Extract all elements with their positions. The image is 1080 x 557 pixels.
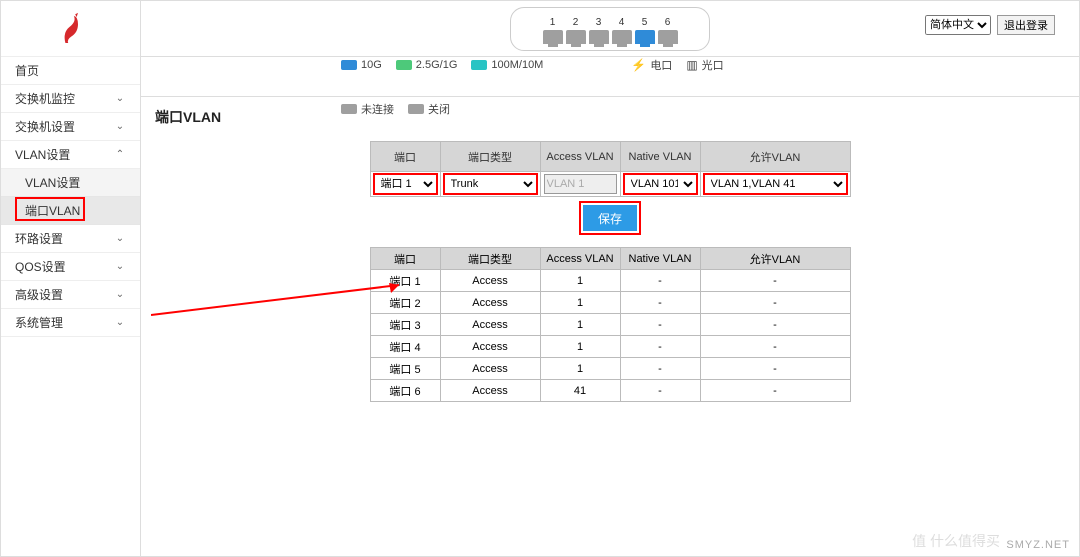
swatch-100m-icon	[471, 60, 487, 70]
sidebar: 首页 交换机监控⌄ 交换机设置⌄ VLAN设置⌃ VLAN设置 端口VLAN 环…	[1, 1, 141, 556]
chevron-down-icon: ⌄	[114, 317, 126, 328]
th-native: Native VLAN	[620, 142, 700, 172]
port-list-table: 端口 端口类型 Access VLAN Native VLAN 允许VLAN 端…	[370, 247, 851, 402]
watermark-logo: 值 什么值得买	[912, 531, 1000, 551]
allow-vlan-select[interactable]: VLAN 1,VLAN 41	[704, 174, 847, 194]
table-row: 端口 2Access1--	[370, 292, 850, 314]
content: 端口VLAN 端口 端口类型 Access VLAN Native VLAN 允…	[141, 97, 1079, 556]
nav-vlan-config[interactable]: VLAN设置⌃	[1, 141, 140, 169]
config-table: 端口 端口类型 Access VLAN Native VLAN 允许VLAN 端…	[370, 141, 851, 197]
th-type: 端口类型	[440, 142, 540, 172]
nav-home[interactable]: 首页	[1, 57, 140, 85]
chevron-down-icon: ⌄	[114, 261, 126, 272]
nav-switch-config[interactable]: 交换机设置⌄	[1, 113, 140, 141]
swatch-25g-icon	[396, 60, 412, 70]
chevron-down-icon: ⌄	[114, 121, 126, 132]
nav-advanced[interactable]: 高级设置⌄	[1, 281, 140, 309]
th-port: 端口	[370, 142, 440, 172]
nav-vlan-sub[interactable]: VLAN设置	[1, 169, 140, 197]
native-vlan-select[interactable]: VLAN 101	[624, 174, 697, 194]
table-row: 端口 3Access1--	[370, 314, 850, 336]
chevron-up-icon: ⌃	[114, 149, 126, 160]
access-vlan-input	[544, 174, 617, 194]
table-row: 端口 1Access1--	[370, 270, 850, 292]
logout-button[interactable]: 退出登录	[997, 15, 1055, 35]
ports-panel: 123456	[510, 7, 710, 51]
port-4-icon[interactable]	[612, 30, 632, 44]
topbar: 123456 简体中文 退出登录	[141, 1, 1079, 57]
optical-icon: ▥	[686, 58, 697, 72]
nav-qos[interactable]: QOS设置⌄	[1, 253, 140, 281]
table-row: 端口 5Access1--	[370, 358, 850, 380]
save-button[interactable]: 保存	[583, 205, 637, 231]
nav-port-vlan[interactable]: 端口VLAN	[1, 197, 140, 225]
swatch-10g-icon	[341, 60, 357, 70]
nav-switch-monitor[interactable]: 交换机监控⌄	[1, 85, 140, 113]
port-3-icon[interactable]	[589, 30, 609, 44]
chevron-down-icon: ⌄	[114, 93, 126, 104]
port-1-icon[interactable]	[543, 30, 563, 44]
language-select[interactable]: 简体中文	[925, 15, 991, 35]
plug-icon: ⚡	[631, 58, 646, 72]
main: 123456 简体中文 退出登录 10G 2.5G/1G 100M/10M ⚡电…	[141, 1, 1079, 556]
port-6-icon[interactable]	[658, 30, 678, 44]
port-select[interactable]: 端口 1	[374, 174, 437, 194]
th-allow: 允许VLAN	[700, 142, 850, 172]
table-row: 端口 4Access1--	[370, 336, 850, 358]
port-2-icon[interactable]	[566, 30, 586, 44]
chevron-down-icon: ⌄	[114, 289, 126, 300]
nav-system[interactable]: 系统管理⌄	[1, 309, 140, 337]
chevron-down-icon: ⌄	[114, 233, 126, 244]
logo	[1, 1, 140, 57]
th-access: Access VLAN	[540, 142, 620, 172]
legend: 10G 2.5G/1G 100M/10M ⚡电口 ▥光口 未连接 关闭	[141, 57, 1079, 97]
watermark-text: SMYZ.NET	[1006, 539, 1070, 551]
port-5-icon[interactable]	[635, 30, 655, 44]
type-select[interactable]: Trunk	[444, 174, 537, 194]
table-row: 端口 6Access41--	[370, 380, 850, 402]
nav-loop[interactable]: 环路设置⌄	[1, 225, 140, 253]
page-title: 端口VLAN	[155, 107, 1065, 127]
